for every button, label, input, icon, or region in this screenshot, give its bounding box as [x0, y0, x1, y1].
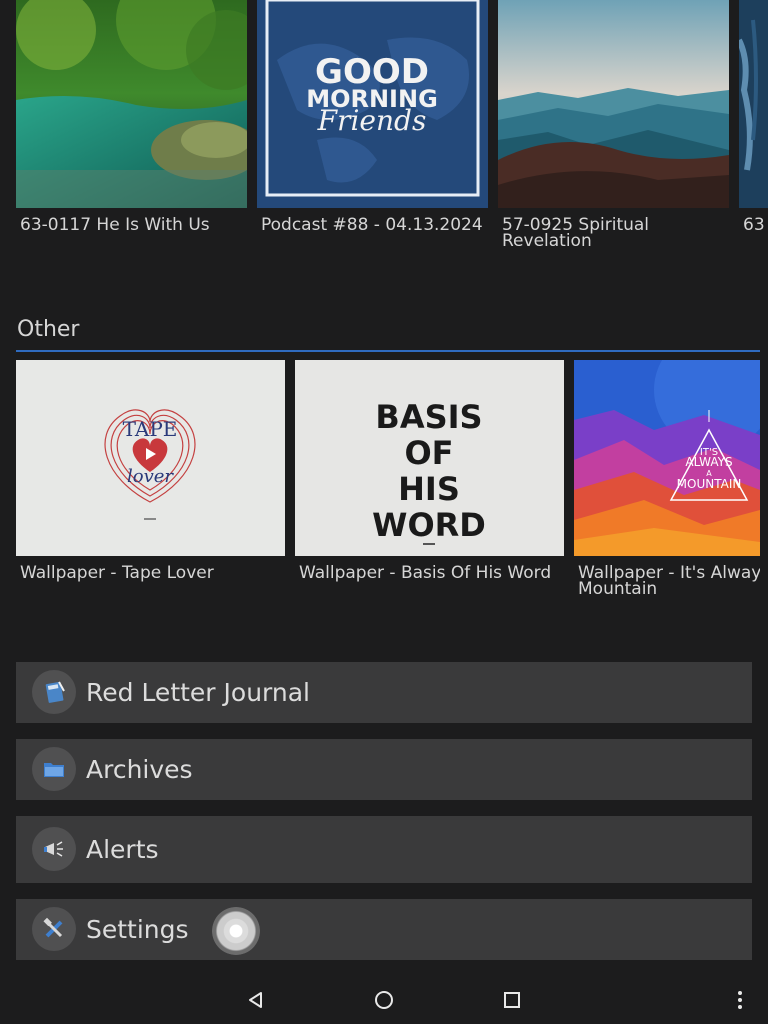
more-vert-icon[interactable]: [716, 976, 764, 1024]
wallpaper-card-title: Wallpaper - It's Always Mountain: [578, 563, 760, 599]
recent-media-carousel[interactable]: 63-0117 He Is With Us GOOD MORNING Frien…: [16, 0, 768, 260]
media-card-title: 63-0117 He Is With Us: [20, 215, 210, 235]
alerts-button[interactable]: Alerts: [16, 816, 752, 883]
wallpaper-card[interactable]: BASIS OF HIS WORD Wallpaper - Basis Of H…: [295, 360, 564, 583]
system-nav-bar: [0, 976, 768, 1024]
good-morning-friends-image: GOOD MORNING Friends: [257, 0, 488, 208]
menu-label: Alerts: [86, 835, 159, 864]
media-card[interactable]: 63 Th: [739, 0, 768, 235]
settings-button[interactable]: Settings: [16, 899, 752, 960]
water-image: [739, 0, 768, 208]
menu-label: Settings: [86, 915, 189, 944]
back-icon[interactable]: [232, 976, 280, 1024]
mountain-range-image: [498, 0, 729, 208]
media-card-title: 63 Th: [743, 215, 768, 235]
wallpaper-card-title: Wallpaper - Basis Of His Word: [299, 563, 552, 583]
red-letter-journal-button[interactable]: Red Letter Journal: [16, 662, 752, 723]
wallpaper-card[interactable]: TAPE lover Wallpaper - Tape Lover: [16, 360, 285, 583]
tools-icon: [32, 907, 76, 951]
megaphone-icon: [32, 827, 76, 871]
recents-icon[interactable]: [488, 976, 536, 1024]
always-a-mountain-image: IT'S ALWAYS A MOUNTAIN: [574, 360, 760, 556]
menu-label: Red Letter Journal: [86, 678, 310, 707]
journal-icon: [32, 670, 76, 714]
app-screen: 63-0117 He Is With Us GOOD MORNING Frien…: [0, 0, 768, 1024]
wallpaper-card[interactable]: IT'S ALWAYS A MOUNTAIN Wallpaper - It's …: [574, 360, 760, 599]
image-text-basis: BASIS: [375, 398, 482, 436]
image-text-tape: TAPE: [123, 417, 178, 441]
image-text-mountain: MOUNTAIN: [677, 477, 742, 491]
basis-of-his-word-image: BASIS OF HIS WORD: [295, 360, 564, 556]
wallpaper-card-title: Wallpaper - Tape Lover: [20, 563, 214, 583]
section-divider: [16, 350, 760, 352]
image-text-his: HIS: [398, 470, 460, 508]
home-icon[interactable]: [360, 976, 408, 1024]
image-text-always: ALWAYS: [685, 455, 732, 469]
media-card[interactable]: GOOD MORNING Friends Podcast #88 - 04.13…: [257, 0, 488, 235]
media-card-title: Podcast #88 - 04.13.2024: [261, 215, 483, 235]
menu-label: Archives: [86, 755, 193, 784]
archives-button[interactable]: Archives: [16, 739, 752, 800]
media-card-title: 57-0925 Spiritual Revelation: [502, 215, 650, 251]
image-text-word: WORD: [372, 506, 486, 544]
media-card[interactable]: 63-0117 He Is With Us: [16, 0, 247, 235]
section-title-other: Other: [17, 317, 80, 342]
image-text-lover: lover: [127, 466, 174, 487]
other-media-carousel[interactable]: TAPE lover Wallpaper - Tape Lover BASIS …: [16, 360, 760, 610]
touch-indicator: [212, 907, 260, 955]
forest-stream-image: [16, 0, 247, 208]
tape-lover-image: TAPE lover: [16, 360, 285, 556]
image-text-friends: Friends: [317, 104, 427, 137]
media-card[interactable]: 57-0925 Spiritual Revelation: [498, 0, 729, 251]
image-text-of: OF: [404, 434, 453, 472]
folder-icon: [32, 747, 76, 791]
